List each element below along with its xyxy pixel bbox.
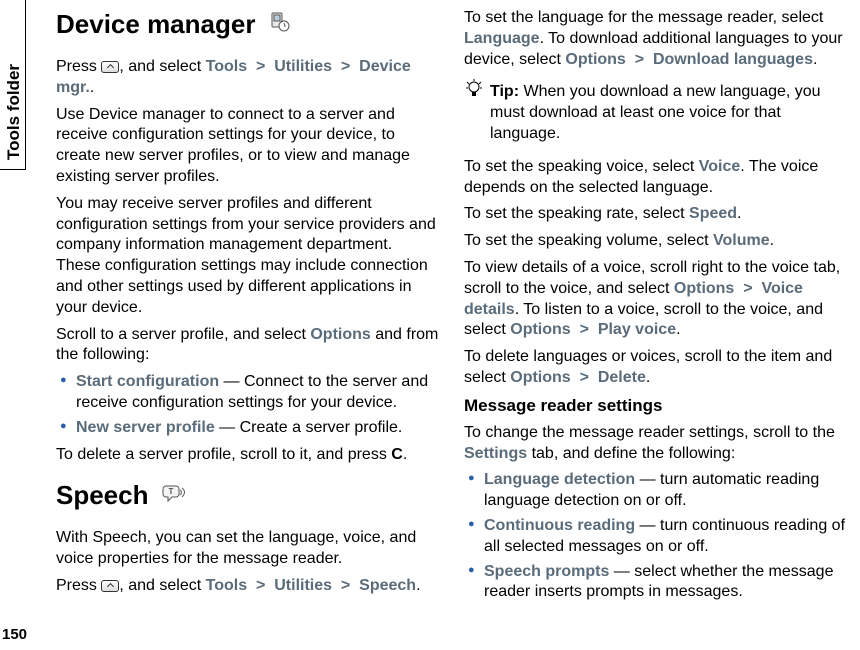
home-key-icon <box>101 580 119 592</box>
nav-tools: Tools <box>206 58 247 75</box>
continuous-reading-option: Continuous reading <box>484 517 635 534</box>
dm-options-intro: Scroll to a server profile, and select O… <box>56 325 440 367</box>
options-link: Options <box>510 369 570 386</box>
list-item: New server profile — Create a server pro… <box>56 418 440 439</box>
speech-prompts-option: Speech prompts <box>484 563 609 580</box>
speech-icon: T <box>162 481 188 515</box>
speech-nav-paragraph: Press , and select Tools > Utilities > S… <box>56 576 440 597</box>
dm-desc-1: Use Device manager to connect to a serve… <box>56 105 440 188</box>
language-detection-option: Language detection <box>484 471 635 488</box>
list-item: Start configuration — Connect to the ser… <box>56 372 440 414</box>
device-manager-heading: Device manager <box>56 8 293 43</box>
options-link: Options <box>310 326 370 343</box>
speech-speed-paragraph: To set the speaking rate, select Speed. <box>464 204 848 225</box>
speech-delete-paragraph: To delete languages or voices, scroll to… <box>464 347 848 389</box>
list-item: Speech prompts — select whether the mess… <box>464 562 848 604</box>
tip-block: Tip: When you download a new language, y… <box>464 76 848 150</box>
nav-speech: Speech <box>359 577 416 594</box>
speech-heading: Speech T <box>56 479 188 514</box>
speech-title-text: Speech <box>56 480 149 510</box>
page-number: 150 <box>2 625 27 645</box>
nav-tools: Tools <box>206 577 247 594</box>
tip-text: Tip: When you download a new language, y… <box>490 82 848 144</box>
device-manager-title-text: Device manager <box>56 9 255 39</box>
message-reader-settings-intro: To change the message reader settings, s… <box>464 423 848 465</box>
delete-option: Delete <box>598 369 646 386</box>
nav-utilities: Utilities <box>274 58 332 75</box>
speech-intro: With Speech, you can set the language, v… <box>56 528 440 570</box>
speech-voice-paragraph: To set the speaking voice, select Voice.… <box>464 157 848 199</box>
settings-tab: Settings <box>464 445 527 462</box>
list-item: Continuous reading — turn continuous rea… <box>464 516 848 558</box>
home-key-icon <box>101 61 119 73</box>
options-link: Options <box>674 280 734 297</box>
svg-text:T: T <box>168 487 173 496</box>
message-reader-settings-list: Language detection — turn automatic read… <box>464 470 848 603</box>
side-tab: Tools folder <box>0 0 26 170</box>
dm-desc-2: You may receive server profiles and diff… <box>56 194 440 319</box>
download-languages-option: Download languages <box>653 51 813 68</box>
tip-icon <box>464 78 484 107</box>
c-key: C <box>391 446 403 463</box>
play-voice-option: Play voice <box>598 321 676 338</box>
new-server-profile-option: New server profile <box>76 419 215 436</box>
page-content: Device manager Press , and select Tools … <box>26 0 860 650</box>
message-reader-settings-heading: Message reader settings <box>464 395 848 417</box>
start-configuration-option: Start configuration <box>76 373 219 390</box>
language-option: Language <box>464 30 540 47</box>
dm-delete-note: To delete a server profile, scroll to it… <box>56 445 440 466</box>
speech-volume-paragraph: To set the speaking volume, select Volum… <box>464 231 848 252</box>
speech-language-paragraph: To set the language for the message read… <box>464 8 848 70</box>
nav-utilities: Utilities <box>274 577 332 594</box>
options-link: Options <box>510 321 570 338</box>
voice-option: Voice <box>699 158 741 175</box>
options-link: Options <box>565 51 625 68</box>
speed-option: Speed <box>689 205 737 222</box>
dm-options-list: Start configuration — Connect to the ser… <box>56 372 440 438</box>
speech-voice-details-paragraph: To view details of a voice, scroll right… <box>464 258 848 341</box>
dm-nav-paragraph: Press , and select Tools > Utilities > D… <box>56 57 440 99</box>
device-manager-icon <box>269 9 293 43</box>
side-tab-label: Tools folder <box>3 64 25 160</box>
volume-option: Volume <box>713 232 770 249</box>
list-item: Language detection — turn automatic read… <box>464 470 848 512</box>
